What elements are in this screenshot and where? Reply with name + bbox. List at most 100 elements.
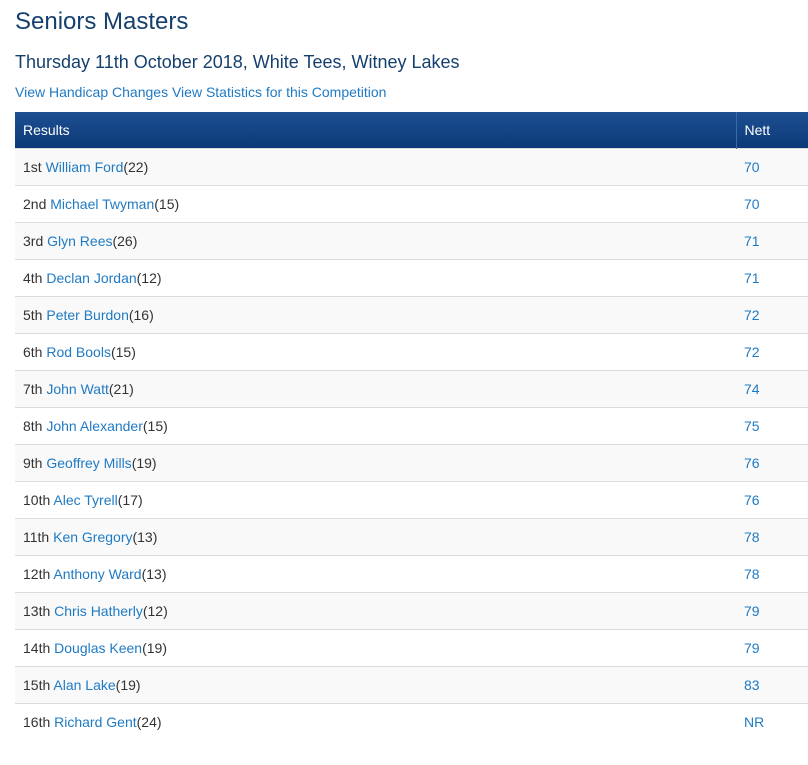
nett-score-link[interactable]: 70 <box>744 196 760 212</box>
player-position: 5th <box>23 306 43 323</box>
nett-score-link[interactable]: 72 <box>744 344 760 360</box>
nett-score-link[interactable]: 76 <box>744 455 760 471</box>
player-name-link[interactable]: Chris Hatherly <box>54 603 143 619</box>
player-name-link[interactable]: Douglas Keen <box>54 640 142 656</box>
nett-cell: 76 <box>736 480 808 518</box>
player-position: 4th <box>23 269 43 286</box>
result-cell: 13th Chris Hatherly(12) <box>15 591 736 629</box>
nett-score-link[interactable]: NR <box>744 714 764 730</box>
player-handicap: (15) <box>154 195 180 212</box>
table-row: 14th Douglas Keen(19) 79 <box>15 628 808 666</box>
table-row: 15th Alan Lake(19) 83 <box>15 665 808 703</box>
results-body: 1st William Ford(22) 70 2nd Michael Twyman… <box>15 147 808 740</box>
player-handicap: (24) <box>136 713 162 730</box>
result-cell: 12th Anthony Ward(13) <box>15 554 736 592</box>
nett-score-link[interactable]: 72 <box>744 307 760 323</box>
table-row: 7th John Watt(21) 74 <box>15 369 808 407</box>
result-cell: 10th Alec Tyrell(17) <box>15 480 736 518</box>
table-row: 3rd Glyn Rees(26) 71 <box>15 221 808 259</box>
player-handicap: (15) <box>110 343 136 360</box>
player-handicap: (13) <box>141 565 167 582</box>
player-position: 12th <box>23 565 51 582</box>
player-handicap: (26) <box>112 232 138 249</box>
player-handicap: (12) <box>142 602 168 619</box>
nett-score-link[interactable]: 70 <box>744 159 760 175</box>
result-cell: 14th Douglas Keen(19) <box>15 628 736 666</box>
player-name-link[interactable]: Declan Jordan <box>46 270 136 286</box>
table-row: 16th Richard Gent(24) NR <box>15 702 808 740</box>
result-cell: 8th John Alexander(15) <box>15 406 736 444</box>
player-handicap: (13) <box>132 528 158 545</box>
player-position: 2nd <box>23 195 47 212</box>
player-position: 11th <box>23 528 50 545</box>
view-handicap-changes-link[interactable]: View Handicap Changes <box>15 84 168 100</box>
table-row: 8th John Alexander(15) 75 <box>15 406 808 444</box>
player-name-link[interactable]: Geoffrey Mills <box>46 455 131 471</box>
table-row: 2nd Michael Twyman(15) 70 <box>15 184 808 222</box>
player-handicap: (17) <box>117 491 143 508</box>
player-position: 1st <box>23 158 42 175</box>
competition-subtitle: Thursday 11th October 2018, White Tees, … <box>15 52 460 72</box>
result-cell: 3rd Glyn Rees(26) <box>15 221 736 259</box>
player-name-link[interactable]: Richard Gent <box>54 714 136 730</box>
nett-cell: 74 <box>736 369 808 407</box>
view-statistics-link[interactable]: View Statistics for this Competition <box>172 84 387 100</box>
player-name-link[interactable]: Anthony Ward <box>53 566 141 582</box>
nett-cell: 72 <box>736 295 808 333</box>
result-cell: 16th Richard Gent(24) <box>15 702 736 740</box>
result-cell: 5th Peter Burdon(16) <box>15 295 736 333</box>
table-row: 5th Peter Burdon(16) 72 <box>15 295 808 333</box>
nett-cell: 70 <box>736 147 808 185</box>
result-cell: 7th John Watt(21) <box>15 369 736 407</box>
nett-cell: 71 <box>736 221 808 259</box>
result-cell: 9th Geoffrey Mills(19) <box>15 443 736 481</box>
nett-score-link[interactable]: 74 <box>744 381 760 397</box>
player-handicap: (19) <box>142 639 167 656</box>
player-name-link[interactable]: William Ford <box>46 159 124 175</box>
nett-score-link[interactable]: 79 <box>744 603 760 619</box>
nett-cell: 75 <box>736 406 808 444</box>
nett-cell: 79 <box>736 628 808 666</box>
nett-score-link[interactable]: 78 <box>744 566 760 582</box>
player-position: 13th <box>23 602 51 619</box>
player-position: 7th <box>23 380 43 397</box>
player-name-link[interactable]: Rod Bools <box>46 344 111 360</box>
result-cell: 4th Declan Jordan(12) <box>15 258 736 296</box>
player-name-link[interactable]: Glyn Rees <box>47 233 112 249</box>
player-position: 9th <box>23 454 43 471</box>
nett-score-link[interactable]: 75 <box>744 418 760 434</box>
nett-score-link[interactable]: 79 <box>744 640 760 656</box>
page-title: Seniors Masters <box>15 8 189 35</box>
results-column-header: Results <box>15 112 736 148</box>
player-handicap: (12) <box>136 269 162 286</box>
player-handicap: (19) <box>131 454 157 471</box>
nett-cell: 72 <box>736 332 808 370</box>
player-position: 8th <box>23 417 43 434</box>
nett-cell: 79 <box>736 591 808 629</box>
player-name-link[interactable]: Michael Twyman <box>50 196 154 212</box>
player-name-link[interactable]: Alan Lake <box>53 677 115 693</box>
nett-score-link[interactable]: 83 <box>744 677 760 693</box>
table-header-row: Results Nett <box>15 112 808 148</box>
player-name-link[interactable]: Peter Burdon <box>46 307 129 323</box>
nett-cell: 78 <box>736 517 808 555</box>
competition-links: View Handicap Changes View Statistics fo… <box>15 83 386 101</box>
nett-cell: 76 <box>736 443 808 481</box>
result-cell: 2nd Michael Twyman(15) <box>15 184 736 222</box>
player-handicap: (15) <box>142 417 168 434</box>
player-handicap: (19) <box>115 676 141 693</box>
player-name-link[interactable]: John Alexander <box>46 418 143 434</box>
result-cell: 11th Ken Gregory(13) <box>15 517 736 555</box>
table-row: 9th Geoffrey Mills(19) 76 <box>15 443 808 481</box>
result-cell: 15th Alan Lake(19) <box>15 665 736 703</box>
player-name-link[interactable]: Ken Gregory <box>53 529 132 545</box>
player-name-link[interactable]: John Watt <box>46 381 109 397</box>
nett-score-link[interactable]: 76 <box>744 492 760 508</box>
nett-cell: 71 <box>736 258 808 296</box>
nett-score-link[interactable]: 71 <box>744 233 760 249</box>
player-position: 3rd <box>23 232 44 249</box>
nett-cell: 70 <box>736 184 808 222</box>
nett-score-link[interactable]: 78 <box>744 529 760 545</box>
player-name-link[interactable]: Alec Tyrell <box>53 492 117 508</box>
nett-score-link[interactable]: 71 <box>744 270 760 286</box>
